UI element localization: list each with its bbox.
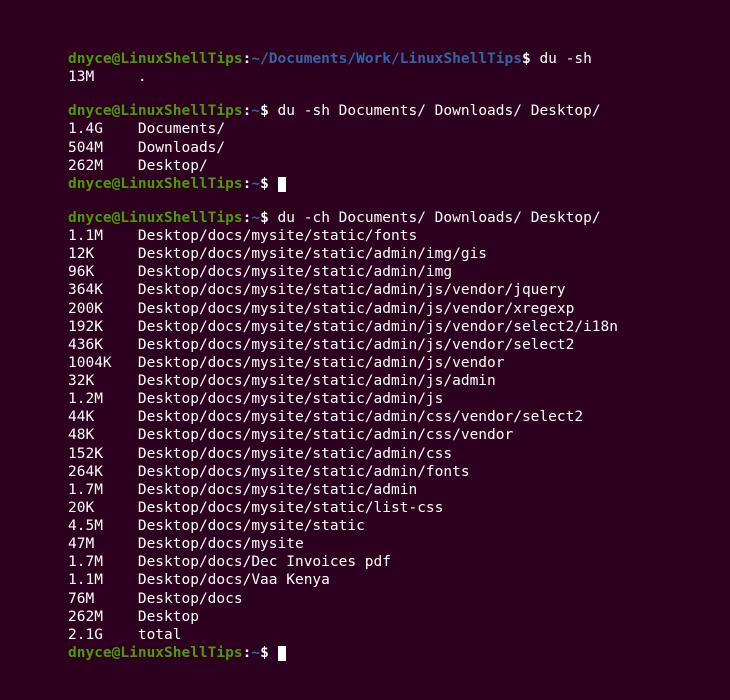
prompt-line-empty: dnyce@LinuxShellTips:~$ (68, 175, 718, 193)
terminal[interactable]: dnyce@LinuxShellTips:~/Documents/Work/Li… (0, 0, 730, 662)
output-line: 1004K Desktop/docs/mysite/static/admin/j… (68, 354, 718, 372)
user-host: dnyce@LinuxShellTips (68, 51, 243, 67)
output-line: 20K Desktop/docs/mysite/static/list-css (68, 499, 718, 517)
output-line: 1.7M Desktop/docs/mysite/static/admin (68, 481, 718, 499)
prompt-line: dnyce@LinuxShellTips:~/Documents/Work/Li… (68, 50, 718, 68)
dollar: $ (260, 210, 277, 226)
output-line: 13M . (68, 68, 718, 86)
path: ~ (251, 645, 260, 661)
command: du -sh (539, 51, 591, 67)
path: ~ (251, 210, 260, 226)
dollar: $ (260, 645, 277, 661)
output-line: 96K Desktop/docs/mysite/static/admin/img (68, 263, 718, 281)
user-host: dnyce@LinuxShellTips (68, 176, 243, 192)
user-host: dnyce@LinuxShellTips (68, 645, 243, 661)
output-line: 47M Desktop/docs/mysite (68, 535, 718, 553)
path: ~/Documents/Work/LinuxShellTips (251, 51, 522, 67)
output-line: 262M Desktop (68, 608, 718, 626)
output-line: 192K Desktop/docs/mysite/static/admin/js… (68, 318, 718, 336)
command: du -ch Documents/ Downloads/ Desktop/ (278, 210, 601, 226)
cursor (278, 177, 286, 192)
dollar: $ (260, 176, 277, 192)
cursor (278, 646, 286, 661)
terminal-block-2: dnyce@LinuxShellTips:~$ du -sh Documents… (0, 102, 730, 193)
prompt-line: dnyce@LinuxShellTips:~$ du -sh Documents… (68, 102, 718, 120)
output-line: 1.4G Documents/ (68, 120, 718, 138)
output-line: 262M Desktop/ (68, 157, 718, 175)
user-host: dnyce@LinuxShellTips (68, 103, 243, 119)
output-line: 76M Desktop/docs (68, 590, 718, 608)
output-line: 1.7M Desktop/docs/Dec Invoices pdf (68, 553, 718, 571)
output-line: 4.5M Desktop/docs/mysite/static (68, 517, 718, 535)
dollar: $ (260, 103, 277, 119)
prompt-line: dnyce@LinuxShellTips:~$ du -ch Documents… (68, 209, 718, 227)
prompt-line-empty: dnyce@LinuxShellTips:~$ (68, 644, 718, 662)
output-line: 1.1M Desktop/docs/Vaa Kenya (68, 571, 718, 589)
output-line: 12K Desktop/docs/mysite/static/admin/img… (68, 245, 718, 263)
output-line: 1.1M Desktop/docs/mysite/static/fonts (68, 227, 718, 245)
output-line: 364K Desktop/docs/mysite/static/admin/js… (68, 281, 718, 299)
output-line: 48K Desktop/docs/mysite/static/admin/css… (68, 426, 718, 444)
output-line: 44K Desktop/docs/mysite/static/admin/css… (68, 408, 718, 426)
output-line: 200K Desktop/docs/mysite/static/admin/js… (68, 300, 718, 318)
user-host: dnyce@LinuxShellTips (68, 210, 243, 226)
path: ~ (251, 103, 260, 119)
output-line: 264K Desktop/docs/mysite/static/admin/fo… (68, 463, 718, 481)
output-line: 2.1G total (68, 626, 718, 644)
dollar: $ (522, 51, 539, 67)
command: du -sh Documents/ Downloads/ Desktop/ (278, 103, 601, 119)
output-line: 504M Downloads/ (68, 139, 718, 157)
output-line: 32K Desktop/docs/mysite/static/admin/js/… (68, 372, 718, 390)
terminal-block-3: dnyce@LinuxShellTips:~$ du -ch Documents… (0, 209, 730, 662)
path: ~ (251, 176, 260, 192)
output-line: 1.2M Desktop/docs/mysite/static/admin/js (68, 390, 718, 408)
output-line: 152K Desktop/docs/mysite/static/admin/cs… (68, 445, 718, 463)
output-line: 436K Desktop/docs/mysite/static/admin/js… (68, 336, 718, 354)
terminal-block-1: dnyce@LinuxShellTips:~/Documents/Work/Li… (0, 10, 730, 86)
